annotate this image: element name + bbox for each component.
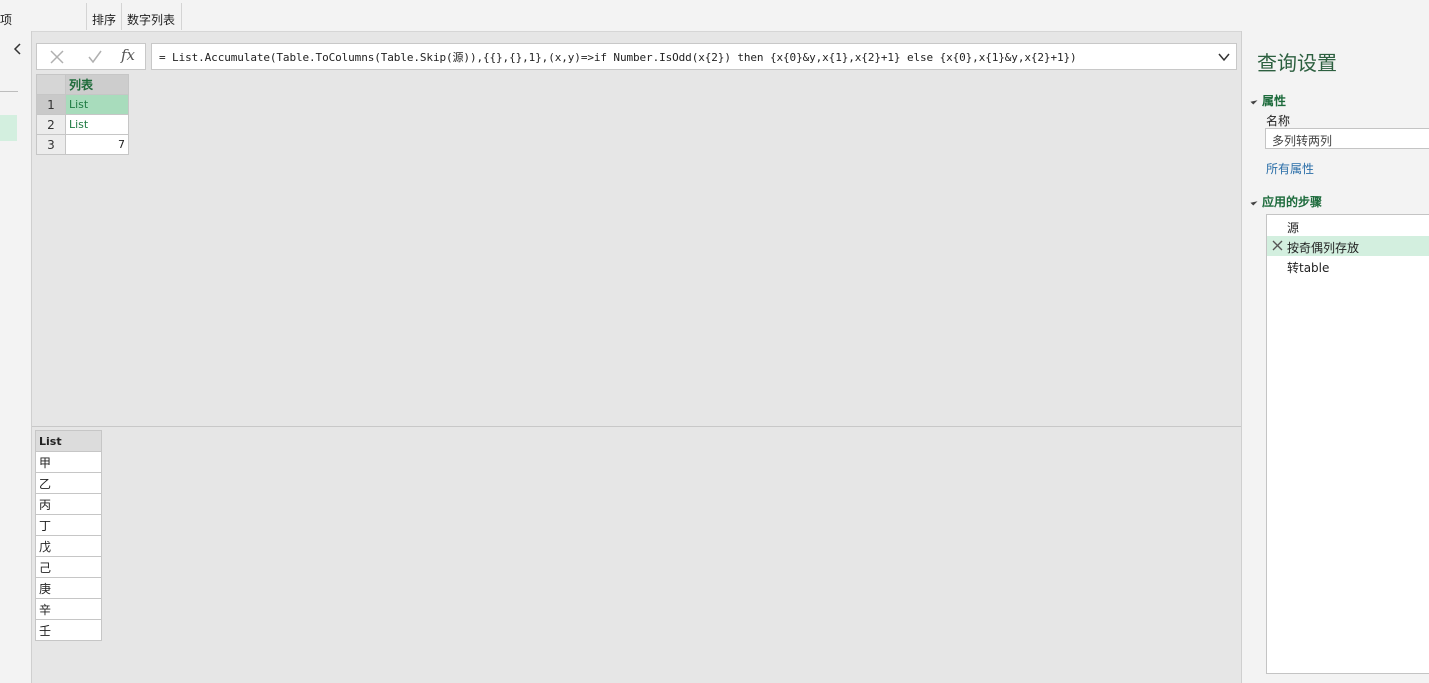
step-label: 按奇偶列存放: [1287, 241, 1360, 255]
query-settings-pane: 查询设置 属性 名称 多列转两列 所有属性 应用的步骤 源 按奇偶列存放 转ta…: [1241, 31, 1429, 683]
chevron-left-icon[interactable]: [10, 41, 26, 57]
preview-header: List: [35, 430, 102, 452]
ribbon: 项 排序 数字列表: [0, 0, 1429, 32]
ribbon-item-sort[interactable]: 排序: [92, 11, 116, 28]
row-number[interactable]: 3: [36, 134, 66, 155]
all-properties-link[interactable]: 所有属性: [1266, 160, 1314, 177]
list-item: 壬: [35, 619, 102, 641]
collapse-triangle-icon: [1250, 97, 1258, 105]
collapse-triangle-icon: [1250, 198, 1258, 206]
step-label: 转table: [1287, 261, 1330, 275]
ribbon-separator: [121, 3, 122, 30]
list-item: 辛: [35, 598, 102, 620]
query-settings-title: 查询设置: [1257, 51, 1337, 75]
selected-query-indicator[interactable]: [0, 115, 17, 141]
nav-divider: [0, 91, 18, 92]
table-row: 2 List: [36, 114, 129, 135]
name-label: 名称: [1266, 114, 1291, 128]
row-number[interactable]: 2: [36, 114, 66, 135]
list-cell[interactable]: List: [65, 94, 129, 115]
value-preview-list: List 甲 乙 丙 丁 戊 己 庚 辛 壬: [35, 430, 102, 641]
queries-pane-collapsed: [0, 31, 32, 683]
step-source[interactable]: 源: [1267, 216, 1429, 236]
properties-section-header[interactable]: 属性: [1250, 92, 1287, 109]
column-header[interactable]: 列表: [65, 74, 129, 95]
ribbon-item-options[interactable]: 项: [0, 11, 12, 28]
preview-divider[interactable]: [32, 426, 1241, 427]
list-item: 丙: [35, 493, 102, 515]
step-to-table[interactable]: 转table: [1267, 256, 1429, 276]
formula-text[interactable]: = List.Accumulate(Table.ToColumns(Table.…: [159, 49, 1077, 65]
formula-input[interactable]: = List.Accumulate(Table.ToColumns(Table.…: [151, 43, 1237, 70]
list-item: 己: [35, 556, 102, 578]
fx-icon[interactable]: fx: [121, 46, 135, 64]
list-item: 庚: [35, 577, 102, 599]
properties-section-label: 属性: [1262, 94, 1287, 108]
delete-step-icon[interactable]: [1272, 240, 1283, 251]
check-icon[interactable]: [86, 48, 104, 66]
query-name-field[interactable]: 多列转两列: [1265, 128, 1429, 149]
ribbon-item-number-list[interactable]: 数字列表: [127, 11, 175, 28]
list-item: 乙: [35, 472, 102, 494]
table-row: 1 List: [36, 94, 129, 115]
formula-controls: fx: [36, 43, 146, 70]
step-label: 源: [1287, 221, 1300, 235]
list-item: 甲: [35, 451, 102, 473]
ribbon-separator: [181, 3, 182, 30]
applied-steps-list: 源 按奇偶列存放 转table: [1266, 214, 1429, 674]
applied-steps-section-label: 应用的步骤: [1262, 195, 1323, 209]
chevron-down-icon[interactable]: [1217, 50, 1231, 64]
result-grid: 列表 1 List 2 List 3 7: [36, 74, 129, 155]
step-odd-even-store[interactable]: 按奇偶列存放: [1267, 236, 1429, 256]
table-row: 3 7: [36, 134, 129, 155]
grid-corner[interactable]: [36, 74, 66, 95]
list-item: 戊: [35, 535, 102, 557]
list-cell[interactable]: List: [65, 114, 129, 135]
close-icon[interactable]: [48, 48, 66, 66]
applied-steps-section-header[interactable]: 应用的步骤: [1250, 193, 1323, 210]
row-number[interactable]: 1: [36, 94, 66, 115]
ribbon-separator: [86, 3, 87, 30]
number-cell[interactable]: 7: [65, 134, 129, 155]
list-item: 丁: [35, 514, 102, 536]
